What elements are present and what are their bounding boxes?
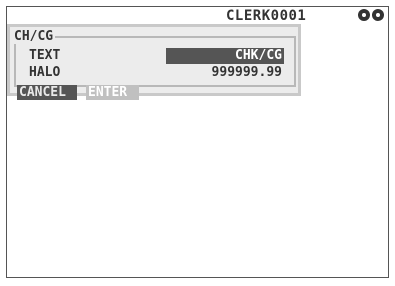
dialog-title: CH/CG	[12, 29, 56, 44]
key-icon	[372, 9, 384, 21]
key-icon	[358, 9, 370, 21]
dialog-body: CH/CG TEXT CHK/CG HALO 999999.99 CANCEL …	[10, 27, 298, 100]
cancel-button[interactable]: CANCEL	[17, 85, 77, 100]
pos-screen: CLERK0001 CH/CG TEXT CHK/CG HALO 999999.…	[6, 6, 389, 278]
text-label: TEXT	[29, 48, 61, 63]
status-bar: CLERK0001	[7, 7, 388, 25]
chcg-dialog: CH/CG TEXT CHK/CG HALO 999999.99 CANCEL …	[7, 24, 301, 100]
halo-label: HALO	[29, 65, 61, 80]
enter-button[interactable]: ENTER	[86, 85, 139, 100]
clerk-id: CLERK0001	[226, 8, 307, 24]
text-field[interactable]: CHK/CG	[166, 48, 284, 64]
halo-field[interactable]: 999999.99	[166, 65, 284, 81]
key-indicators	[358, 9, 384, 21]
